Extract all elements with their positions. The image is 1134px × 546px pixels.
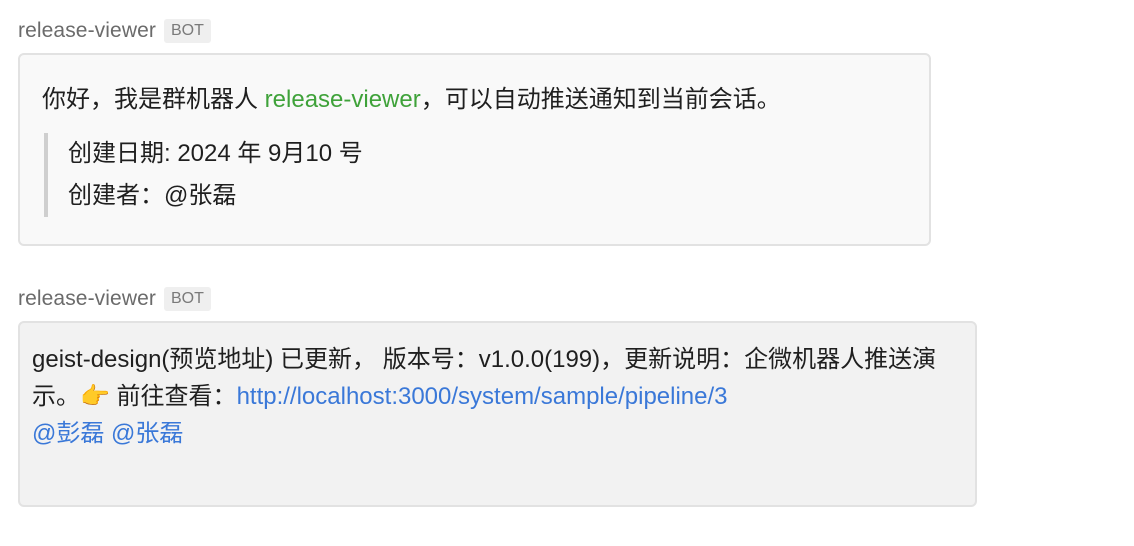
bot-badge: BOT [163, 19, 211, 43]
pipeline-link[interactable]: http://localhost:3000/system/sample/pipe… [237, 383, 728, 410]
message-card: 你好，我是群机器人 release-viewer，可以自动推送通知到当前会话。 … [18, 53, 931, 246]
message-header: release-viewer BOT [18, 18, 931, 44]
intro-suffix: ，可以自动推送通知到当前会话。 [420, 86, 781, 113]
intro-text: 你好，我是群机器人 release-viewer，可以自动推送通知到当前会话。 [42, 83, 907, 117]
message-card: geist-design(预览地址) 已更新， 版本号：v1.0.0(199)，… [18, 321, 977, 507]
message-2: release-viewer BOT geist-design(预览地址) 已更… [18, 286, 977, 507]
created-date: 创建日期: 2024 年 9月10 号 [68, 140, 363, 167]
info-quote: 创建日期: 2024 年 9月10 号 创建者：@张磊 [44, 133, 907, 217]
sender-name[interactable]: release-viewer [18, 19, 156, 43]
mention-zhanglei[interactable]: @张磊 [104, 420, 183, 447]
message-1: release-viewer BOT 你好，我是群机器人 release-vie… [18, 18, 931, 246]
update-text: geist-design(预览地址) 已更新， 版本号：v1.0.0(199)，… [32, 341, 963, 452]
message-header: release-viewer BOT [18, 286, 977, 312]
pointing-hand-icon: 👉 [80, 383, 110, 410]
sender-name[interactable]: release-viewer [18, 287, 156, 311]
creator: 创建者：@张磊 [68, 182, 237, 209]
bot-name-highlight: release-viewer [264, 86, 421, 113]
goto-label: 前往查看： [109, 383, 237, 410]
bot-badge: BOT [163, 287, 211, 311]
intro-prefix: 你好，我是群机器人 [42, 86, 265, 113]
mention-penglei[interactable]: @彭磊 [32, 420, 104, 447]
